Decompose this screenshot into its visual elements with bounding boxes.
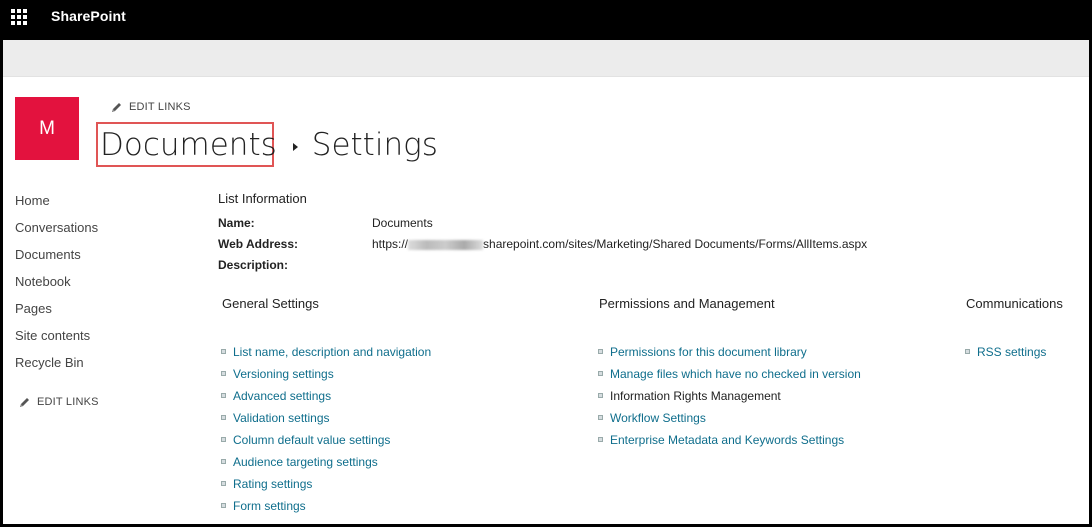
web-address-label: Web Address: (218, 237, 299, 251)
list-item: List name, description and navigation (221, 345, 431, 367)
name-value: Documents (372, 216, 433, 230)
list-item: RSS settings (965, 345, 1046, 367)
link-list-name-description-navigation[interactable]: List name, description and navigation (233, 345, 431, 359)
edit-links-label: EDIT LINKS (37, 396, 99, 408)
link-audience-targeting-settings[interactable]: Audience targeting settings (233, 455, 378, 469)
nav-item-conversations[interactable]: Conversations (15, 219, 98, 246)
general-settings-heading: General Settings (222, 296, 319, 311)
web-address-value[interactable]: https:// sharepoint.com/sites/Marketing/S… (372, 237, 867, 251)
site-logo[interactable]: M (15, 97, 79, 160)
page-frame: M EDIT LINKS Documents Settings Home Con… (3, 40, 1089, 524)
redacted-tenant (408, 239, 484, 250)
ribbon-bar (3, 40, 1089, 77)
breadcrumb-page: Settings (311, 127, 438, 163)
bullet-icon (221, 415, 226, 420)
bullet-icon (221, 459, 226, 464)
nav-item-recycle-bin[interactable]: Recycle Bin (15, 354, 98, 381)
permissions-heading: Permissions and Management (599, 296, 775, 311)
brand-name[interactable]: SharePoint (51, 8, 126, 24)
list-item: Information Rights Management (598, 389, 861, 411)
pencil-icon (20, 398, 29, 407)
nav-item-documents[interactable]: Documents (15, 246, 98, 273)
bullet-icon (221, 481, 226, 486)
bullet-icon (221, 371, 226, 376)
list-item: Form settings (221, 499, 431, 521)
quick-launch: Home Conversations Documents Notebook Pa… (15, 192, 98, 381)
bullet-icon (221, 349, 226, 354)
web-address-prefix: https:// (372, 237, 409, 251)
nav-item-pages[interactable]: Pages (15, 300, 98, 327)
list-item: Column default value settings (221, 433, 431, 455)
name-label: Name: (218, 216, 255, 230)
nav-item-home[interactable]: Home (15, 192, 98, 219)
bullet-icon (221, 503, 226, 508)
description-label: Description: (218, 258, 289, 272)
edit-links-top[interactable]: EDIT LINKS (111, 101, 191, 113)
link-column-default-value-settings[interactable]: Column default value settings (233, 433, 390, 447)
pencil-icon (112, 103, 121, 112)
link-versioning-settings[interactable]: Versioning settings (233, 367, 334, 381)
communications-heading: Communications (966, 296, 1063, 311)
list-item: Validation settings (221, 411, 431, 433)
link-advanced-settings[interactable]: Advanced settings (233, 389, 331, 403)
link-workflow-settings[interactable]: Workflow Settings (610, 411, 706, 425)
suite-bar: SharePoint (0, 0, 1092, 40)
page-title: Documents Settings (100, 124, 438, 166)
link-manage-checked-out-files[interactable]: Manage files which have no checked in ve… (610, 367, 861, 381)
list-item: Versioning settings (221, 367, 431, 389)
list-item: Enterprise Metadata and Keywords Setting… (598, 433, 861, 455)
link-form-settings[interactable]: Form settings (233, 499, 306, 513)
bullet-icon (221, 437, 226, 442)
bullet-icon (598, 415, 603, 420)
list-item: Audience targeting settings (221, 455, 431, 477)
breadcrumb-list-name[interactable]: Documents (100, 127, 279, 163)
link-validation-settings[interactable]: Validation settings (233, 411, 330, 425)
general-settings-list: List name, description and navigation Ve… (221, 345, 431, 521)
bullet-icon (221, 393, 226, 398)
link-permissions-library[interactable]: Permissions for this document library (610, 345, 807, 359)
link-enterprise-metadata-settings[interactable]: Enterprise Metadata and Keywords Setting… (610, 433, 844, 447)
list-item: Advanced settings (221, 389, 431, 411)
communications-list: RSS settings (965, 345, 1046, 367)
bullet-icon (598, 437, 603, 442)
list-item: Permissions for this document library (598, 345, 861, 367)
link-rating-settings[interactable]: Rating settings (233, 477, 312, 491)
nav-item-notebook[interactable]: Notebook (15, 273, 98, 300)
edit-links-label: EDIT LINKS (129, 101, 191, 113)
edit-links-left[interactable]: EDIT LINKS (19, 396, 99, 408)
bullet-icon (598, 371, 603, 376)
nav-item-site-contents[interactable]: Site contents (15, 327, 98, 354)
bullet-icon (598, 349, 603, 354)
link-rss-settings[interactable]: RSS settings (977, 345, 1046, 359)
site-logo-letter: M (39, 117, 55, 139)
list-item: Workflow Settings (598, 411, 861, 433)
bullet-icon (598, 393, 603, 398)
permissions-list: Permissions for this document library Ma… (598, 345, 861, 455)
list-item: Manage files which have no checked in ve… (598, 367, 861, 389)
triangle-right-icon (292, 143, 298, 151)
bullet-icon (965, 349, 970, 354)
list-information-heading: List Information (218, 191, 307, 206)
waffle-icon[interactable] (11, 9, 27, 25)
web-address-suffix: sharepoint.com/sites/Marketing/Shared Do… (483, 237, 868, 251)
list-item: Rating settings (221, 477, 431, 499)
link-information-rights-management[interactable]: Information Rights Management (610, 389, 781, 403)
